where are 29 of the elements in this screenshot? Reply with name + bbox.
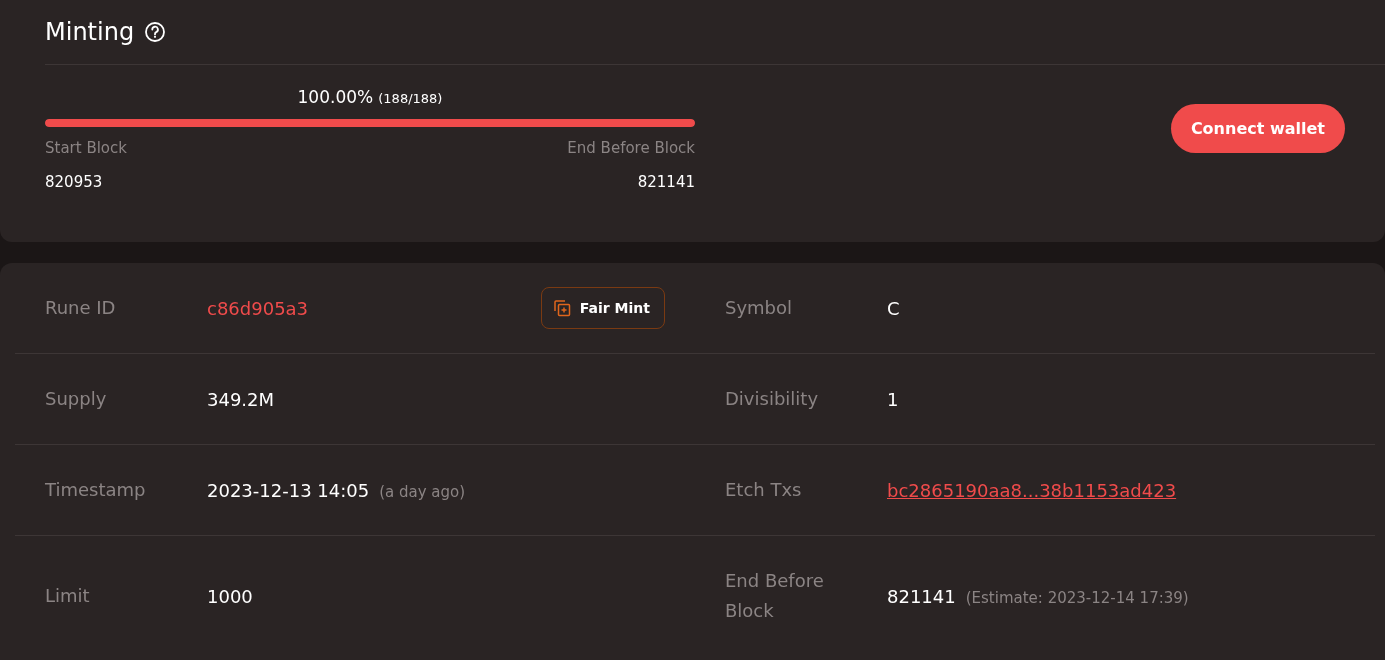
fair-mint-button[interactable]: Fair Mint	[540, 287, 665, 329]
field-value: 349.2M	[207, 388, 275, 410]
field-value: C	[887, 297, 900, 319]
field-label: Timestamp	[45, 478, 147, 502]
field-value: c86d905a3	[207, 297, 309, 319]
connect-wallet-button[interactable]: Connect wallet	[1170, 103, 1345, 153]
field-label: Supply	[45, 387, 108, 411]
field-value: 2023-12-13 14:05	[207, 479, 370, 501]
progress-count: (188/188)	[378, 91, 443, 106]
end-block-label: End Before Block	[567, 139, 695, 157]
field-value: 1000	[207, 585, 253, 607]
field-note: (Estimate: 2023-12-14 17:39)	[965, 588, 1189, 607]
copy-plus-icon	[551, 298, 572, 318]
progress-percent: 100.00%	[297, 87, 374, 107]
field-value: 821141	[887, 585, 956, 607]
start-block-value: 820953	[45, 173, 103, 191]
help-icon[interactable]	[144, 21, 167, 43]
field-note: (a day ago)	[379, 482, 466, 501]
field-label: Rune ID	[45, 296, 117, 320]
field-label: Divisibility	[725, 387, 820, 411]
field-label: Etch Txs	[725, 478, 803, 502]
field-label: Symbol	[725, 296, 794, 320]
section-title: Minting	[45, 18, 135, 46]
field-label: End Before Block	[725, 569, 825, 623]
field-value: 1	[887, 388, 899, 410]
field-label: Limit	[45, 584, 91, 608]
start-block-label: Start Block	[45, 139, 127, 157]
end-block-value: 821141	[637, 173, 695, 191]
transaction-link[interactable]: bc2865190aa8...38b1153ad423	[887, 479, 1177, 501]
